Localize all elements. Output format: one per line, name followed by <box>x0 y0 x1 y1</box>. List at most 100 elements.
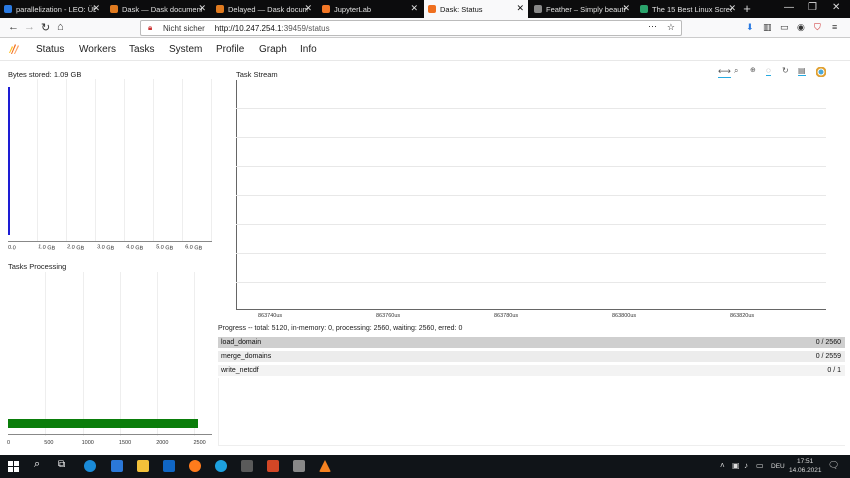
restore-icon[interactable]: ❐ <box>808 2 817 13</box>
app-icon[interactable] <box>293 460 305 472</box>
pan-tool-icon[interactable]: ⟷ <box>718 66 731 78</box>
tab-label: Dask — Dask documentati <box>122 4 202 14</box>
tap-tool-icon[interactable]: ◌ <box>766 66 771 76</box>
wheel-zoom-tool-icon[interactable]: ⊕ <box>750 66 756 74</box>
dask-logo-icon[interactable] <box>8 42 22 56</box>
notifications-icon[interactable]: 🗨︎ <box>828 460 839 471</box>
tab-parallelization[interactable]: parallelization - LEO: Übe ✕ <box>0 0 104 18</box>
nav-profile[interactable]: Profile <box>216 44 244 55</box>
box-zoom-tool-icon[interactable]: ⌕ <box>734 66 738 76</box>
volume-icon[interactable]: ♪ <box>744 461 748 470</box>
close-tab-icon[interactable]: ✕ <box>92 3 100 14</box>
reload-icon[interactable]: ↻ <box>41 21 50 34</box>
tasks-processing-bar[interactable] <box>8 419 198 428</box>
nav-status[interactable]: Status <box>36 44 64 55</box>
tab-delayed-documentation[interactable]: Delayed — Dask documen ✕ <box>212 0 316 18</box>
nav-graph[interactable]: Graph <box>259 44 287 55</box>
x-axis-line <box>8 434 212 435</box>
hover-tool-icon[interactable]: ▤ <box>798 66 806 76</box>
edge-icon[interactable] <box>84 460 96 472</box>
progress-row-write-netcdf[interactable]: write_netcdf 0 / 1 <box>218 365 845 376</box>
nav-info[interactable]: Info <box>300 44 317 55</box>
close-window-icon[interactable]: ✕ <box>832 2 840 13</box>
task-stream-plot[interactable] <box>236 80 826 310</box>
close-tab-icon[interactable]: ✕ <box>728 3 736 14</box>
nav-workers[interactable]: Workers <box>79 44 116 55</box>
close-tab-icon[interactable]: ✕ <box>622 3 630 14</box>
close-tab-icon[interactable]: ✕ <box>198 3 206 14</box>
gridline <box>153 79 154 242</box>
home-icon[interactable]: ⌂ <box>57 21 64 33</box>
terminal-icon[interactable] <box>241 460 253 472</box>
tab-dask-status[interactable]: Dask: Status ✕ <box>424 0 528 18</box>
clock-time[interactable]: 17:51 <box>797 458 813 465</box>
skype-icon[interactable] <box>215 460 227 472</box>
new-tab-plus-icon[interactable]: + <box>740 0 754 18</box>
language-indicator[interactable]: DEU <box>771 463 785 470</box>
x-axis-line <box>8 241 212 242</box>
address-bar[interactable]: 🔒︎ Nicht sicher http://10.247.254.1:3945… <box>140 20 682 36</box>
firefox-icon[interactable] <box>189 460 201 472</box>
tasks-axis-tick-label: 1000 <box>81 440 94 446</box>
account-icon[interactable]: ◉ <box>797 22 805 33</box>
page-actions-icon[interactable]: ··· <box>648 21 657 31</box>
menu-hamburger-icon[interactable]: ≡ <box>832 22 837 32</box>
x-axis-line <box>236 309 826 310</box>
reset-tool-icon[interactable]: ↻ <box>782 66 789 75</box>
close-tab-icon[interactable]: ✕ <box>304 3 312 14</box>
dask-navigation-bar: Status Workers Tasks System Profile Grap… <box>0 39 850 61</box>
gridline <box>95 79 96 242</box>
gridline <box>236 108 826 109</box>
forward-arrow-icon[interactable]: → <box>24 21 35 33</box>
plot-toolbar: ⟷ ⌕ ⊕ ◌ ↻ ▤ <box>716 66 828 80</box>
search-icon[interactable]: ⌕ <box>34 458 40 471</box>
nav-tasks[interactable]: Tasks <box>129 44 155 55</box>
gridline <box>45 272 46 436</box>
extension-shield-icon[interactable]: ⛉ <box>814 22 821 33</box>
bytes-stored-plot <box>8 79 212 242</box>
browser-navigation-bar: ← → ↻ ⌂ 🔒︎ Nicht sicher http://10.247.25… <box>0 18 850 38</box>
tab-label: Dask: Status <box>440 4 483 14</box>
reader-view-icon[interactable]: ▭ <box>780 22 789 33</box>
progress-row-load-domain[interactable]: load_domain 0 / 2560 <box>218 337 845 348</box>
clock-date[interactable]: 14.06.2021 <box>789 467 822 474</box>
progress-task-name: merge_domains <box>221 353 272 360</box>
tab-favicon <box>640 5 648 13</box>
back-arrow-icon[interactable]: ← <box>8 21 19 33</box>
close-tab-icon[interactable]: ✕ <box>410 3 418 14</box>
battery-icon[interactable]: ▭ <box>756 461 764 470</box>
file-explorer-icon[interactable] <box>137 460 149 472</box>
progress-row-merge-domains[interactable]: merge_domains 0 / 2559 <box>218 351 845 362</box>
network-icon[interactable]: ▣ <box>732 461 740 470</box>
bokeh-logo-icon[interactable] <box>816 67 826 77</box>
tray-chevron-icon[interactable]: ˄ <box>720 461 725 470</box>
tab-linux-screen-recorders[interactable]: The 15 Best Linux Screen R ✕ <box>636 0 740 18</box>
bookmark-star-icon[interactable]: ☆ <box>667 22 675 33</box>
powerpoint-icon[interactable] <box>267 460 279 472</box>
tab-jupyterlab[interactable]: JupyterLab ✕ <box>318 0 422 18</box>
close-tab-icon[interactable]: ✕ <box>516 3 524 14</box>
gridline <box>124 79 125 242</box>
minimize-icon[interactable]: — <box>784 2 794 13</box>
security-label: Nicht sicher <box>163 23 205 33</box>
tab-favicon <box>4 5 12 13</box>
bytes-stored-bar[interactable] <box>8 87 10 235</box>
tab-label: parallelization - LEO: Übe <box>16 4 96 14</box>
internet-explorer-icon[interactable] <box>111 460 123 472</box>
insecure-lock-icon[interactable]: 🔒︎ <box>148 23 152 33</box>
bytes-axis-tick-label: 6.0 GB <box>184 244 203 252</box>
tasks-axis-tick-label: 1500 <box>118 440 132 446</box>
library-icon[interactable]: ▥ <box>763 22 772 33</box>
nav-system[interactable]: System <box>169 44 202 55</box>
outlook-icon[interactable] <box>163 460 175 472</box>
windows-start-icon[interactable] <box>8 461 19 472</box>
task-view-icon[interactable]: ⧉ <box>58 459 65 470</box>
tab-feather[interactable]: Feather – Simply beautifu ✕ <box>530 0 634 18</box>
gridline <box>83 272 84 436</box>
vlc-icon[interactable] <box>319 460 331 472</box>
bytes-axis-tick-label: 0.0 <box>7 244 16 252</box>
gridline <box>194 272 195 436</box>
tab-dask-documentation[interactable]: Dask — Dask documentati ✕ <box>106 0 210 18</box>
downloads-icon[interactable]: ⬇ <box>746 22 754 33</box>
tasks-processing-title: Tasks Processing <box>8 262 67 271</box>
